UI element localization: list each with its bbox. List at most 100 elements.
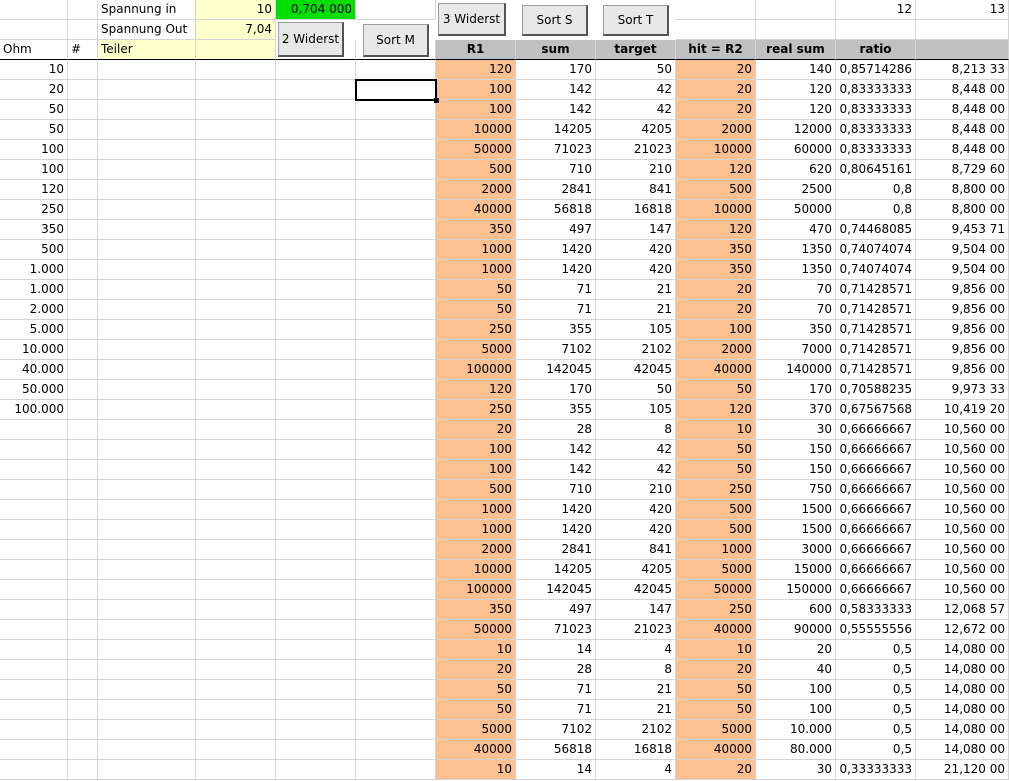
empty-cell[interactable]	[356, 520, 436, 540]
target-cell[interactable]: 420	[596, 240, 676, 260]
hit-r2-cell[interactable]: 500	[676, 180, 756, 200]
sum-cell[interactable]: 355	[516, 400, 596, 420]
sum-cell[interactable]: 14	[516, 760, 596, 780]
ratio-cell[interactable]: 0,67567568	[836, 400, 916, 420]
sum-cell[interactable]: 497	[516, 600, 596, 620]
cell-a1[interactable]	[0, 0, 68, 20]
column-header-extra[interactable]	[916, 40, 1009, 60]
hash-cell[interactable]	[68, 560, 98, 580]
r1-cell[interactable]: 10000	[436, 120, 516, 140]
empty-cell[interactable]	[276, 480, 356, 500]
empty-cell[interactable]	[196, 60, 276, 80]
empty-cell[interactable]	[356, 380, 436, 400]
target-cell[interactable]: 42045	[596, 580, 676, 600]
hash-cell[interactable]	[68, 60, 98, 80]
ohm-cell[interactable]	[0, 560, 68, 580]
empty-cell[interactable]	[356, 280, 436, 300]
ohm-cell[interactable]	[0, 580, 68, 600]
hit-r2-cell[interactable]: 20	[676, 100, 756, 120]
value-cell[interactable]: 10,560 00	[916, 540, 1009, 560]
teiler-cell[interactable]	[98, 480, 196, 500]
teiler-cell[interactable]	[98, 600, 196, 620]
teiler-cell[interactable]	[98, 520, 196, 540]
empty-cell[interactable]	[196, 560, 276, 580]
value-cell[interactable]: 8,448 00	[916, 80, 1009, 100]
empty-cell[interactable]	[276, 160, 356, 180]
teiler-label[interactable]: Teiler	[98, 40, 196, 60]
real-sum-cell[interactable]: 12000	[756, 120, 836, 140]
ohm-cell[interactable]	[0, 720, 68, 740]
empty-cell[interactable]	[276, 300, 356, 320]
ohm-header[interactable]: Ohm	[0, 40, 68, 60]
ohm-cell[interactable]	[0, 540, 68, 560]
sum-cell[interactable]: 170	[516, 380, 596, 400]
empty-cell[interactable]	[356, 700, 436, 720]
teiler-cell[interactable]	[98, 280, 196, 300]
hash-cell[interactable]	[68, 340, 98, 360]
hit-r2-cell[interactable]: 40000	[676, 620, 756, 640]
real-sum-cell[interactable]: 1500	[756, 500, 836, 520]
hash-cell[interactable]	[68, 500, 98, 520]
ratio-cell[interactable]: 0,83333333	[836, 140, 916, 160]
ohm-cell[interactable]	[0, 700, 68, 720]
ratio-cell[interactable]: 0,66666667	[836, 540, 916, 560]
hit-r2-cell[interactable]: 5000	[676, 720, 756, 740]
ratio-cell[interactable]: 0,66666667	[836, 520, 916, 540]
empty-cell[interactable]	[196, 460, 276, 480]
empty-cell[interactable]	[356, 420, 436, 440]
teiler-cell[interactable]	[98, 300, 196, 320]
empty-cell[interactable]	[356, 760, 436, 780]
target-cell[interactable]: 4205	[596, 560, 676, 580]
empty-cell[interactable]	[196, 340, 276, 360]
target-cell[interactable]: 21023	[596, 140, 676, 160]
empty-cell[interactable]	[196, 200, 276, 220]
empty-cell[interactable]	[356, 140, 436, 160]
ohm-cell[interactable]	[0, 680, 68, 700]
ohm-cell[interactable]	[0, 520, 68, 540]
real-sum-cell[interactable]: 1500	[756, 520, 836, 540]
real-sum-cell[interactable]: 20	[756, 640, 836, 660]
sum-cell[interactable]: 71	[516, 680, 596, 700]
empty-cell[interactable]	[276, 320, 356, 340]
target-cell[interactable]: 21	[596, 300, 676, 320]
empty-cell[interactable]	[196, 720, 276, 740]
teiler-cell[interactable]	[98, 440, 196, 460]
target-cell[interactable]: 42045	[596, 360, 676, 380]
empty-cell[interactable]	[276, 760, 356, 780]
ohm-cell[interactable]: 250	[0, 200, 68, 220]
empty-cell[interactable]	[276, 340, 356, 360]
empty-cell[interactable]	[196, 280, 276, 300]
real-sum-cell[interactable]: 30	[756, 760, 836, 780]
sum-cell[interactable]: 56818	[516, 200, 596, 220]
hash-cell[interactable]	[68, 240, 98, 260]
ohm-cell[interactable]: 2.000	[0, 300, 68, 320]
ohm-cell[interactable]: 350	[0, 220, 68, 240]
empty-cell[interactable]	[356, 220, 436, 240]
r1-cell[interactable]: 20	[436, 420, 516, 440]
ratio-cell[interactable]: 0,8	[836, 200, 916, 220]
empty-cell[interactable]	[196, 620, 276, 640]
ratio-cell[interactable]: 0,5	[836, 640, 916, 660]
real-sum-cell[interactable]: 90000	[756, 620, 836, 640]
target-cell[interactable]: 21	[596, 700, 676, 720]
teiler-cell[interactable]	[98, 380, 196, 400]
teiler-cell[interactable]	[98, 560, 196, 580]
value-cell[interactable]: 10,560 00	[916, 420, 1009, 440]
real-sum-cell[interactable]: 350	[756, 320, 836, 340]
hash-cell[interactable]	[68, 540, 98, 560]
hash-cell[interactable]	[68, 160, 98, 180]
cell-m2[interactable]	[916, 20, 1009, 40]
empty-cell[interactable]	[196, 420, 276, 440]
ohm-cell[interactable]	[0, 640, 68, 660]
ratio-cell[interactable]: 0,83333333	[836, 80, 916, 100]
ratio-cell[interactable]: 0,66666667	[836, 480, 916, 500]
target-cell[interactable]: 42	[596, 440, 676, 460]
hash-cell[interactable]	[68, 120, 98, 140]
teiler-cell[interactable]	[98, 360, 196, 380]
target-cell[interactable]: 42	[596, 80, 676, 100]
real-sum-cell[interactable]: 150	[756, 460, 836, 480]
empty-cell[interactable]	[356, 100, 436, 120]
teiler-cell[interactable]	[98, 180, 196, 200]
r1-cell[interactable]: 1000	[436, 520, 516, 540]
sum-cell[interactable]: 7102	[516, 720, 596, 740]
